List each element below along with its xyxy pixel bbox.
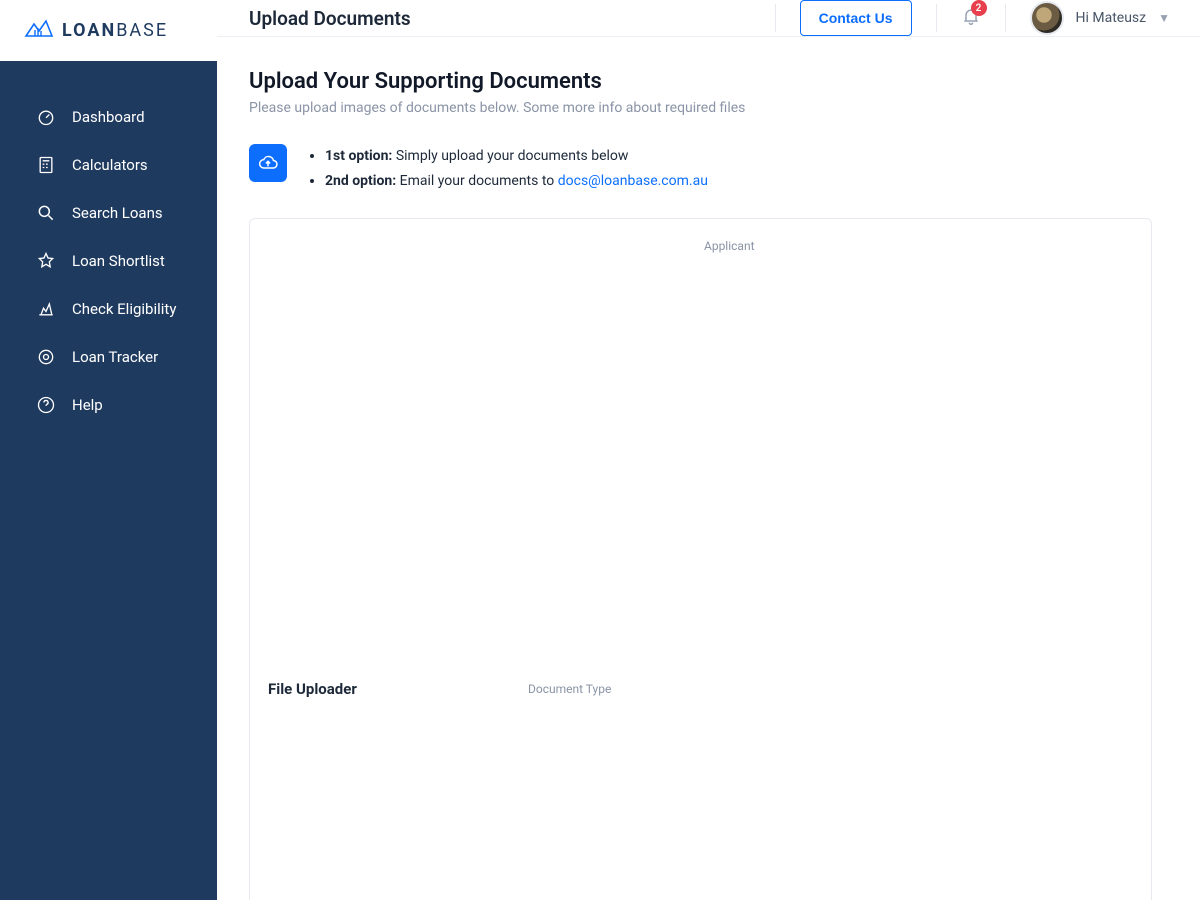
section-heading: Upload Your Supporting Documents — [249, 69, 1152, 94]
check-circle-icon — [36, 299, 56, 319]
sidebar-item-help[interactable]: Help — [0, 381, 217, 429]
panel-title: File Uploader — [268, 680, 528, 698]
contact-us-button[interactable]: Contact Us — [800, 0, 912, 36]
search-icon — [36, 203, 56, 223]
divider — [775, 4, 776, 32]
sidebar-item-label: Calculators — [72, 156, 148, 174]
content: Upload Your Supporting Documents Please … — [217, 37, 1200, 900]
page-title: Upload Documents — [249, 7, 411, 30]
sidebar-item-label: Loan Tracker — [72, 348, 158, 366]
logo-icon — [24, 19, 54, 43]
help-icon — [36, 395, 56, 415]
sidebar-item-label: Search Loans — [72, 204, 163, 222]
target-icon — [36, 347, 56, 367]
upload-options-list: 1st option: Simply upload your documents… — [309, 144, 708, 194]
logo-text: LOANBASE — [62, 20, 168, 41]
divider — [936, 4, 937, 32]
sidebar-item-label: Help — [72, 396, 103, 414]
avatar — [1030, 1, 1064, 35]
section-subtitle: Please upload images of documents below.… — [249, 100, 1152, 116]
sidebar-item-label: Loan Shortlist — [72, 252, 165, 270]
sidebar-item-label: Check Eligibility — [72, 300, 176, 318]
divider — [1005, 4, 1006, 32]
star-icon — [36, 251, 56, 271]
docs-email-link[interactable]: docs@loanbase.com.au — [558, 173, 708, 189]
user-menu[interactable]: Hi Mateusz ▼ — [1030, 1, 1171, 35]
upload-option-1: 1st option: Simply upload your documents… — [325, 144, 708, 169]
column-header-applicant: Applicant — [704, 239, 834, 900]
upload-option-2: 2nd option: Email your documents to docs… — [325, 169, 708, 194]
brand-logo[interactable]: LOANBASE — [0, 0, 217, 61]
sidebar-item-check-eligibility[interactable]: Check Eligibility — [0, 285, 217, 333]
notifications-button[interactable]: 2 — [961, 6, 981, 30]
sidebar-item-dashboard[interactable]: Dashboard — [0, 93, 217, 141]
column-header-type: Document Type — [528, 682, 682, 696]
calculator-icon — [36, 155, 56, 175]
topbar: Upload Documents Contact Us 2 Hi Mateusz… — [217, 0, 1200, 37]
sidebar-item-search-loans[interactable]: Search Loans — [0, 189, 217, 237]
upload-chip-icon — [249, 144, 287, 182]
sidebar-item-loan-shortlist[interactable]: Loan Shortlist — [0, 237, 217, 285]
chevron-down-icon: ▼ — [1158, 11, 1170, 25]
gauge-icon — [36, 107, 56, 127]
sidebar: LOANBASE Dashboard Calculators Search Lo… — [0, 0, 217, 900]
notification-badge: 2 — [971, 0, 987, 16]
sidebar-item-label: Dashboard — [72, 108, 145, 126]
sidebar-item-loan-tracker[interactable]: Loan Tracker — [0, 333, 217, 381]
user-greeting: Hi Mateusz — [1076, 10, 1147, 26]
sidebar-item-calculators[interactable]: Calculators — [0, 141, 217, 189]
file-uploader-panel: File Uploader Document Type Applicant ta… — [249, 218, 1152, 900]
